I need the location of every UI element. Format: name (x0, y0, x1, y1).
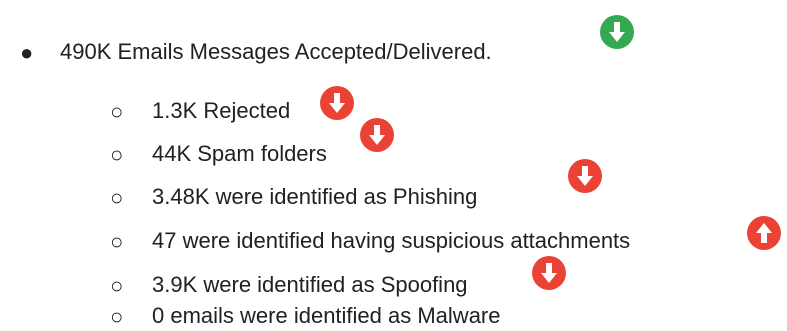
list-item: ○ 1.3K Rejected (0, 80, 787, 124)
list-item-text: 47 were identified having suspicious att… (152, 228, 631, 253)
arrow-down-circle-icon (320, 86, 354, 120)
list-item: ○ 44K Spam folders (0, 118, 787, 167)
bullet-filled: ● (20, 40, 34, 65)
arrow-down-circle-icon (600, 15, 634, 49)
list-item: ○ 0 emails were identified as Malware (0, 285, 787, 329)
list-item-text: 490K Emails Messages Accepted/Delivered. (60, 39, 492, 64)
arrow-up-circle-icon (747, 216, 781, 250)
arrow-down-circle-icon (568, 159, 602, 193)
list-item-text: 3.48K were identified as Phishing (152, 184, 478, 209)
list-item-main: ● 490K Emails Messages Accepted/Delivere… (0, 0, 787, 64)
arrow-down-circle-icon (360, 118, 394, 152)
bullet-hollow: ○ (110, 142, 124, 167)
list-item-text: 1.3K Rejected (152, 98, 291, 123)
list-item-text: 44K Spam folders (152, 141, 327, 166)
list-item: ○ 47 were identified having suspicious a… (0, 210, 787, 254)
bullet-hollow: ○ (110, 304, 124, 329)
list-item-text: 0 emails were identified as Malware (152, 303, 501, 328)
bullet-hollow: ○ (110, 229, 124, 254)
bullet-hollow: ○ (110, 99, 124, 124)
list-item: ○ 3.48K were identified as Phishing (0, 159, 787, 210)
bullet-hollow: ○ (110, 185, 124, 210)
